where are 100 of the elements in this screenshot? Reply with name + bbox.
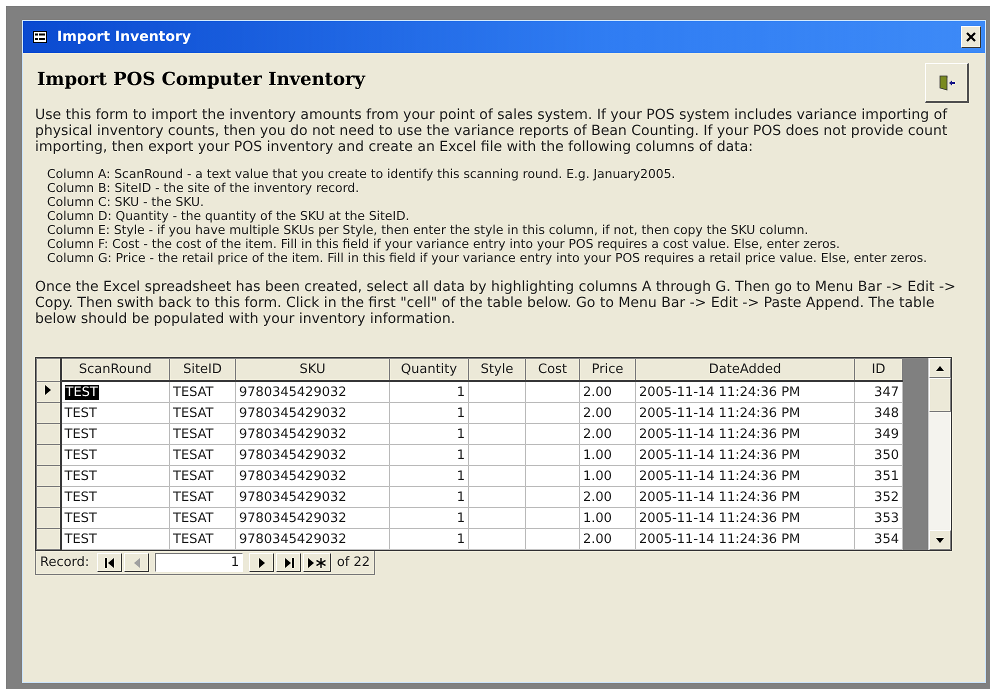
table-cell[interactable]: TEST	[60, 466, 170, 486]
table-cell[interactable]: 2005-11-14 11:24:36 PM	[636, 528, 854, 550]
record-number-field[interactable]: 1	[155, 553, 244, 572]
table-cell[interactable]: 9780345429032	[236, 508, 390, 528]
table-cell[interactable]: TEST	[60, 444, 170, 466]
column-header[interactable]: Style	[468, 358, 526, 381]
table-cell[interactable]: 2.00	[580, 528, 636, 550]
table-cell[interactable]: 2005-11-14 11:24:36 PM	[636, 381, 854, 402]
table-cell[interactable]: TESAT	[170, 508, 236, 528]
table-cell[interactable]: TESAT	[170, 486, 236, 508]
exit-button[interactable]	[925, 63, 969, 103]
table-cell[interactable]	[468, 486, 526, 508]
nav-button[interactable]	[276, 553, 302, 572]
table-cell[interactable]: TESAT	[170, 424, 236, 444]
table-cell[interactable]: 1.00	[580, 444, 636, 466]
record-selector[interactable]	[36, 381, 60, 402]
table-cell[interactable]: 1	[390, 466, 468, 486]
record-selector[interactable]	[36, 528, 60, 550]
table-cell[interactable]: 2.00	[580, 381, 636, 402]
table-cell[interactable]	[468, 381, 526, 402]
scroll-up-button[interactable]	[929, 358, 951, 378]
table-cell[interactable]	[468, 466, 526, 486]
table-cell[interactable]: 9780345429032	[236, 424, 390, 444]
table-cell[interactable]: 1	[390, 402, 468, 424]
table-cell[interactable]	[526, 486, 580, 508]
table-cell[interactable]: TEST	[60, 486, 170, 508]
table-cell[interactable]: 351	[854, 466, 902, 486]
nav-button[interactable]	[97, 553, 122, 572]
record-selector[interactable]	[36, 444, 60, 466]
table-cell[interactable]: 2005-11-14 11:24:36 PM	[636, 402, 854, 424]
scroll-down-button[interactable]	[929, 530, 951, 550]
table-cell[interactable]: 2005-11-14 11:24:36 PM	[636, 466, 854, 486]
table-cell[interactable]: 9780345429032	[236, 444, 390, 466]
table-cell[interactable]: 1	[390, 444, 468, 466]
table-cell[interactable]: 1.00	[580, 508, 636, 528]
table-cell[interactable]: TEST	[60, 528, 170, 550]
table-cell[interactable]: 9780345429032	[236, 381, 390, 402]
nav-button[interactable]	[249, 553, 274, 572]
table-cell[interactable]: 2005-11-14 11:24:36 PM	[636, 444, 854, 466]
table-cell[interactable]: 2005-11-14 11:24:36 PM	[636, 424, 854, 444]
table-cell[interactable]	[468, 402, 526, 424]
table-cell[interactable]: 9780345429032	[236, 402, 390, 424]
column-header[interactable]: Price	[580, 358, 636, 381]
column-header[interactable]: DateAdded	[636, 358, 854, 381]
table-cell[interactable]: 350	[854, 444, 902, 466]
column-header[interactable]: SiteID	[170, 358, 236, 381]
table-cell[interactable]: 2005-11-14 11:24:36 PM	[636, 486, 854, 508]
table-cell[interactable]	[526, 402, 580, 424]
record-selector[interactable]	[36, 402, 60, 424]
table-cell[interactable]: 348	[854, 402, 902, 424]
table-cell[interactable]	[526, 381, 580, 402]
record-selector[interactable]	[36, 466, 60, 486]
table-cell[interactable]: TEST	[60, 508, 170, 528]
nav-button[interactable]	[303, 553, 331, 572]
table-cell[interactable]: 347	[854, 381, 902, 402]
scroll-thumb[interactable]	[929, 378, 951, 412]
record-selector[interactable]	[36, 508, 60, 528]
table-cell[interactable]: TESAT	[170, 402, 236, 424]
table-cell[interactable]: 2.00	[580, 486, 636, 508]
column-header[interactable]: ID	[854, 358, 902, 381]
table-cell[interactable]: TESAT	[170, 466, 236, 486]
table-cell[interactable]: TEST	[60, 402, 170, 424]
table-cell[interactable]: 9780345429032	[236, 466, 390, 486]
table-cell[interactable]	[526, 466, 580, 486]
table-cell[interactable]: 1	[390, 381, 468, 402]
column-header[interactable]: Cost	[526, 358, 580, 381]
table-cell[interactable]: TEST	[60, 424, 170, 444]
table-cell[interactable]: TESAT	[170, 528, 236, 550]
record-selector[interactable]	[36, 424, 60, 444]
table-cell[interactable]	[468, 508, 526, 528]
table-cell[interactable]	[526, 444, 580, 466]
table-cell[interactable]: 1	[390, 486, 468, 508]
table-cell[interactable]	[526, 424, 580, 444]
table-cell[interactable]	[468, 424, 526, 444]
table-cell[interactable]: 1	[390, 424, 468, 444]
table-cell[interactable]	[468, 528, 526, 550]
table-cell[interactable]: 9780345429032	[236, 528, 390, 550]
column-header[interactable]: ScanRound	[60, 358, 170, 381]
table-cell[interactable]	[526, 508, 580, 528]
table-cell[interactable]: 1	[390, 528, 468, 550]
table-cell[interactable]	[468, 444, 526, 466]
table-cell[interactable]: TESAT	[170, 381, 236, 402]
table-cell[interactable]: TEST	[60, 381, 170, 402]
table-cell[interactable]: 349	[854, 424, 902, 444]
table-cell[interactable]: TESAT	[170, 444, 236, 466]
table-cell[interactable]: 2005-11-14 11:24:36 PM	[636, 508, 854, 528]
vertical-scrollbar[interactable]	[928, 358, 951, 550]
table-cell[interactable]: 1	[390, 508, 468, 528]
table-cell[interactable]: 9780345429032	[236, 486, 390, 508]
record-selector[interactable]	[36, 486, 60, 508]
close-button[interactable]	[961, 26, 981, 48]
table-cell[interactable]	[526, 528, 580, 550]
table-cell[interactable]: 352	[854, 486, 902, 508]
table-cell[interactable]: 2.00	[580, 424, 636, 444]
column-header[interactable]: SKU	[236, 358, 390, 381]
table-cell[interactable]: 354	[854, 528, 902, 550]
table-cell[interactable]: 2.00	[580, 402, 636, 424]
table-cell[interactable]: 353	[854, 508, 902, 528]
table-cell[interactable]: 1.00	[580, 466, 636, 486]
column-header[interactable]: Quantity	[390, 358, 468, 381]
